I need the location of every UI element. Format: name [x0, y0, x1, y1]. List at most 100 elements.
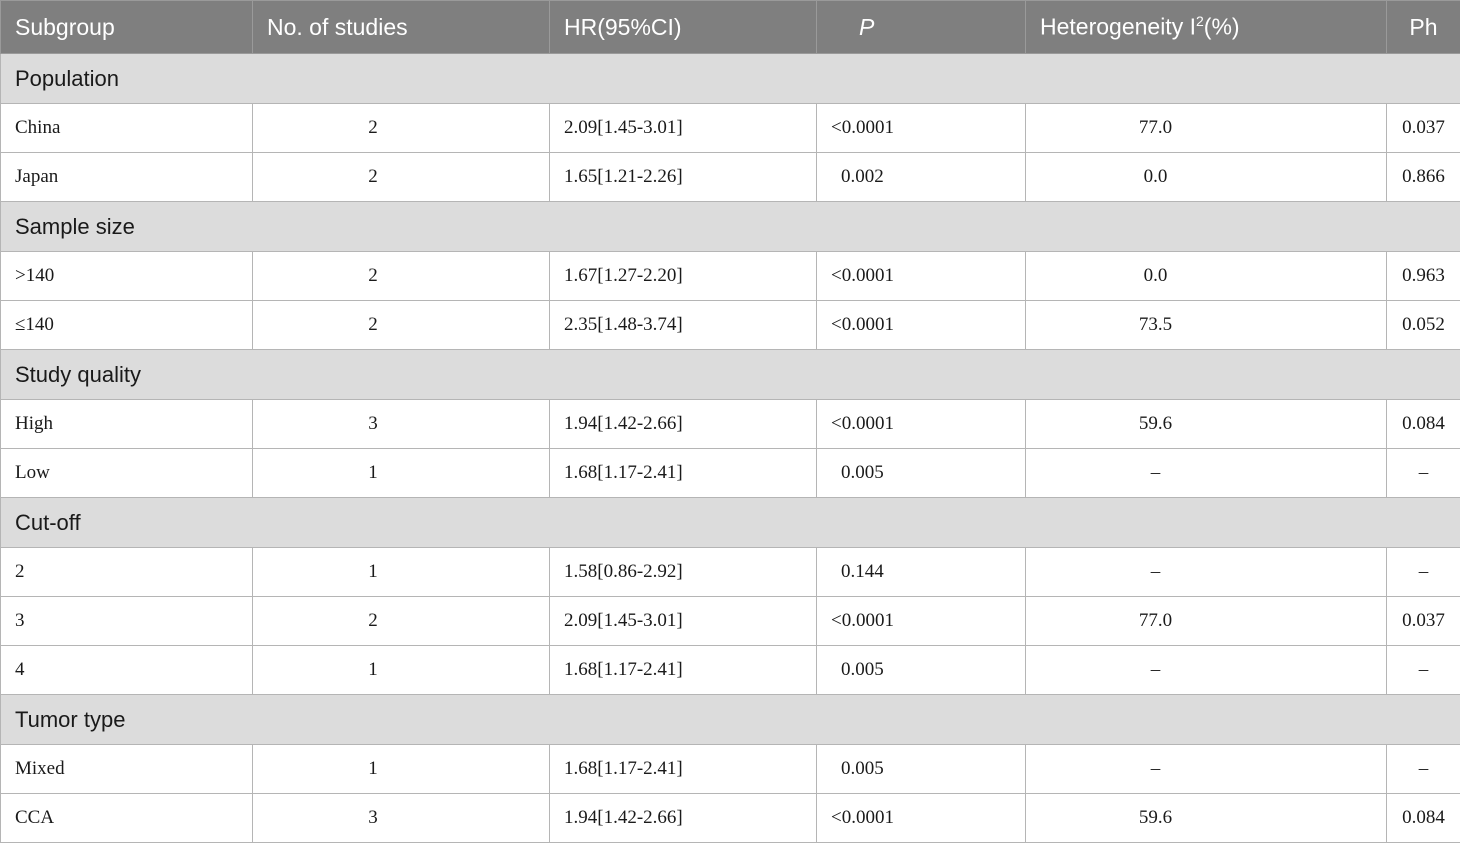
header-heterogeneity: Heterogeneity I2(%): [1026, 1, 1387, 54]
group-row: Cut-off: [1, 498, 1460, 548]
header-p: P: [817, 1, 1026, 54]
group-label: Population: [1, 54, 1460, 104]
cell-hr: 1.68[1.17-2.41]: [550, 745, 817, 794]
cell-hr: 1.94[1.42-2.66]: [550, 400, 817, 449]
cell-p: <0.0001: [817, 400, 1026, 449]
table-row: ≤140 2 2.35[1.48-3.74] <0.0001 73.5 0.05…: [1, 301, 1460, 350]
cell-heterogeneity: –: [1026, 646, 1387, 695]
cell-hr: 1.68[1.17-2.41]: [550, 646, 817, 695]
cell-heterogeneity: 77.0: [1026, 104, 1387, 153]
cell-heterogeneity: –: [1026, 745, 1387, 794]
header-het-sup: 2: [1196, 13, 1204, 29]
cell-ph: –: [1387, 548, 1460, 597]
cell-ph: 0.866: [1387, 153, 1460, 202]
cell-subgroup: 3: [1, 597, 253, 646]
cell-p: <0.0001: [817, 794, 1026, 843]
table-row: Mixed 1 1.68[1.17-2.41] 0.005 – –: [1, 745, 1460, 794]
cell-subgroup: High: [1, 400, 253, 449]
table-row: 2 1 1.58[0.86-2.92] 0.144 – –: [1, 548, 1460, 597]
cell-hr: 1.67[1.27-2.20]: [550, 252, 817, 301]
cell-ph: 0.084: [1387, 794, 1460, 843]
cell-heterogeneity: 59.6: [1026, 400, 1387, 449]
cell-hr: 1.68[1.17-2.41]: [550, 449, 817, 498]
cell-ph: –: [1387, 646, 1460, 695]
table-header: Subgroup No. of studies HR(95%CI) P Hete…: [1, 1, 1460, 54]
cell-ph: –: [1387, 449, 1460, 498]
cell-hr: 2.35[1.48-3.74]: [550, 301, 817, 350]
header-het-suffix: (%): [1204, 14, 1240, 40]
cell-ph: 0.037: [1387, 597, 1460, 646]
cell-subgroup: Low: [1, 449, 253, 498]
header-row: Subgroup No. of studies HR(95%CI) P Hete…: [1, 1, 1460, 54]
cell-p: <0.0001: [817, 104, 1026, 153]
cell-studies: 2: [253, 153, 550, 202]
cell-ph: –: [1387, 745, 1460, 794]
cell-hr: 1.65[1.21-2.26]: [550, 153, 817, 202]
cell-ph: 0.037: [1387, 104, 1460, 153]
cell-heterogeneity: 73.5: [1026, 301, 1387, 350]
group-row: Study quality: [1, 350, 1460, 400]
cell-studies: 1: [253, 548, 550, 597]
cell-hr: 2.09[1.45-3.01]: [550, 104, 817, 153]
cell-p: 0.005: [817, 646, 1026, 695]
cell-subgroup: 4: [1, 646, 253, 695]
cell-heterogeneity: –: [1026, 449, 1387, 498]
cell-p: <0.0001: [817, 301, 1026, 350]
cell-studies: 3: [253, 400, 550, 449]
cell-subgroup: CCA: [1, 794, 253, 843]
cell-heterogeneity: 0.0: [1026, 252, 1387, 301]
table-row: China 2 2.09[1.45-3.01] <0.0001 77.0 0.0…: [1, 104, 1460, 153]
cell-subgroup: ≤140: [1, 301, 253, 350]
subgroup-analysis-table: Subgroup No. of studies HR(95%CI) P Hete…: [0, 0, 1460, 843]
cell-heterogeneity: 59.6: [1026, 794, 1387, 843]
cell-studies: 2: [253, 104, 550, 153]
header-studies: No. of studies: [253, 1, 550, 54]
cell-studies: 1: [253, 449, 550, 498]
cell-subgroup: 2: [1, 548, 253, 597]
cell-subgroup: Japan: [1, 153, 253, 202]
table-row: 4 1 1.68[1.17-2.41] 0.005 – –: [1, 646, 1460, 695]
header-ph: Ph: [1387, 1, 1460, 54]
cell-heterogeneity: 77.0: [1026, 597, 1387, 646]
cell-studies: 2: [253, 252, 550, 301]
table-row: Japan 2 1.65[1.21-2.26] 0.002 0.0 0.866: [1, 153, 1460, 202]
group-row: Population: [1, 54, 1460, 104]
group-label: Cut-off: [1, 498, 1460, 548]
cell-ph: 0.963: [1387, 252, 1460, 301]
cell-heterogeneity: –: [1026, 548, 1387, 597]
cell-p: <0.0001: [817, 597, 1026, 646]
cell-subgroup: >140: [1, 252, 253, 301]
cell-subgroup: China: [1, 104, 253, 153]
cell-p: <0.0001: [817, 252, 1026, 301]
cell-studies: 2: [253, 301, 550, 350]
group-label: Sample size: [1, 202, 1460, 252]
header-hr: HR(95%CI): [550, 1, 817, 54]
group-label: Tumor type: [1, 695, 1460, 745]
cell-p: 0.005: [817, 745, 1026, 794]
cell-ph: 0.084: [1387, 400, 1460, 449]
cell-studies: 1: [253, 646, 550, 695]
cell-p: 0.002: [817, 153, 1026, 202]
group-row: Tumor type: [1, 695, 1460, 745]
cell-p: 0.005: [817, 449, 1026, 498]
table-row: High 3 1.94[1.42-2.66] <0.0001 59.6 0.08…: [1, 400, 1460, 449]
cell-ph: 0.052: [1387, 301, 1460, 350]
table-row: CCA 3 1.94[1.42-2.66] <0.0001 59.6 0.084: [1, 794, 1460, 843]
header-het-prefix: Heterogeneity I: [1040, 14, 1196, 40]
group-row: Sample size: [1, 202, 1460, 252]
cell-hr: 1.94[1.42-2.66]: [550, 794, 817, 843]
cell-heterogeneity: 0.0: [1026, 153, 1387, 202]
cell-hr: 2.09[1.45-3.01]: [550, 597, 817, 646]
table-body: Population China 2 2.09[1.45-3.01] <0.00…: [1, 54, 1460, 843]
table-row: 3 2 2.09[1.45-3.01] <0.0001 77.0 0.037: [1, 597, 1460, 646]
cell-studies: 1: [253, 745, 550, 794]
table-row: Low 1 1.68[1.17-2.41] 0.005 – –: [1, 449, 1460, 498]
cell-studies: 3: [253, 794, 550, 843]
cell-hr: 1.58[0.86-2.92]: [550, 548, 817, 597]
table-row: >140 2 1.67[1.27-2.20] <0.0001 0.0 0.963: [1, 252, 1460, 301]
group-label: Study quality: [1, 350, 1460, 400]
cell-subgroup: Mixed: [1, 745, 253, 794]
header-subgroup: Subgroup: [1, 1, 253, 54]
cell-p: 0.144: [817, 548, 1026, 597]
cell-studies: 2: [253, 597, 550, 646]
